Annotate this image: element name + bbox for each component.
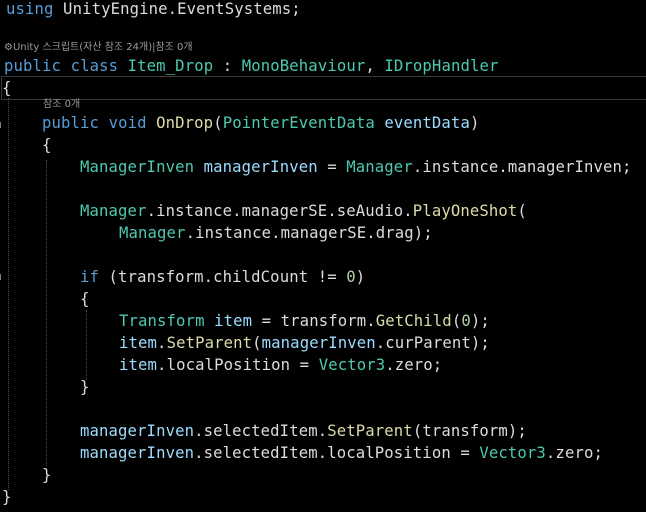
condition: (transform.childCount != (99, 268, 347, 286)
member-access: .instance.managerInven; (412, 158, 632, 176)
member-access: .selectedItem.localPosition = (194, 444, 480, 462)
method-name: OnDrop (156, 114, 214, 132)
variable: managerInven (261, 334, 376, 352)
class-ref: Manager (346, 158, 413, 176)
method-call: GetChild (375, 312, 452, 330)
code-line-play-one-shot[interactable]: Manager.instance.managerSE.seAudio.PlayO… (80, 200, 646, 222)
variable: item (119, 356, 158, 374)
variable: item (214, 312, 253, 330)
codelens-method[interactable]: 참조 0개 (43, 98, 80, 112)
codelens-text: 참조 0개 (43, 99, 81, 110)
member-access: .instance.managerSE.drag); (185, 224, 433, 242)
fold-marker[interactable] (0, 122, 5, 128)
keyword: class (70, 57, 119, 75)
code-line-open-method[interactable]: { (42, 134, 646, 156)
indent-guide (8, 98, 9, 490)
code-line-close-method[interactable]: } (42, 464, 646, 486)
base-type: MonoBehaviour (241, 57, 366, 75)
type: Vector3 (318, 356, 386, 374)
member-access: .zero; (385, 356, 443, 374)
keyword: public (42, 114, 100, 132)
code-line-selected-local-position[interactable]: managerInven.selectedItem.localPosition … (80, 442, 646, 464)
code-line-open-if[interactable]: { (80, 288, 646, 310)
variable: managerInven (80, 444, 195, 462)
code-line-close-if[interactable]: } (80, 376, 646, 398)
namespace: UnityEngine.EventSystems; (53, 0, 301, 18)
code-editor[interactable]: using UnityEngine.EventSystems; ⚙Unity 스… (0, 0, 646, 512)
brace: { (2, 79, 12, 97)
brace: } (80, 378, 90, 396)
variable: managerInven (80, 422, 195, 440)
fold-marker[interactable] (0, 274, 5, 280)
code-line-class[interactable]: public class Item_Drop : MonoBehaviour, … (4, 55, 646, 77)
type: Vector3 (479, 444, 546, 462)
type: Transform (119, 312, 205, 330)
code-line-play-arg[interactable]: Manager.instance.managerSE.drag); (119, 222, 646, 244)
keyword: void (108, 114, 147, 132)
paren: ( (517, 202, 527, 220)
method-call: SetParent (327, 422, 413, 440)
member-access: .zero; (545, 444, 603, 462)
number: 0 (461, 312, 471, 330)
paren: ( (213, 114, 223, 132)
paren: ) (469, 114, 480, 132)
paren: ) (355, 268, 366, 286)
code-line-manager-inven[interactable]: ManagerInven managerInven = Manager.inst… (80, 156, 646, 178)
punctuation: , (365, 57, 385, 75)
unity-icon: ⚙ (4, 42, 13, 53)
type: ManagerInven (80, 158, 195, 176)
keyword: if (80, 268, 100, 286)
arguments: (transform); (412, 422, 527, 440)
punctuation: : (213, 57, 242, 75)
code-line-selected-set-parent[interactable]: managerInven.selectedItem.SetParent(tran… (80, 420, 646, 442)
variable: managerInven (203, 158, 318, 176)
indent-guide (86, 310, 87, 380)
class-ref: Manager (80, 202, 147, 220)
interface-type: IDropHandler (384, 57, 499, 75)
dot: . (157, 334, 167, 352)
variable: item (119, 334, 158, 352)
code-line-close-class[interactable]: } (2, 486, 646, 508)
number: 0 (346, 268, 356, 286)
code-line-if[interactable]: if (transform.childCount != 0) (80, 266, 646, 288)
code-line-open-class[interactable]: { (1, 76, 646, 100)
keyword: public (4, 57, 62, 75)
member-access: = transform. (252, 312, 376, 330)
paren: ( (252, 334, 262, 352)
class-ref: Manager (119, 224, 186, 242)
brace: { (42, 136, 52, 154)
param-type: PointerEventData (222, 114, 375, 132)
codelens-text: Unity 스크립트(자산 참조 24개)|참조 0개 (12, 42, 193, 53)
code-line-local-position[interactable]: item.localPosition = Vector3.zero; (119, 354, 646, 376)
brace: } (2, 488, 12, 506)
paren: ); (470, 312, 490, 330)
codelens-class[interactable]: ⚙Unity 스크립트(자산 참조 24개)|참조 0개 (4, 41, 193, 55)
brace: } (42, 466, 52, 484)
code-line-set-parent[interactable]: item.SetParent(managerInven.curParent); (119, 332, 646, 354)
member-access: .selectedItem. (194, 422, 328, 440)
paren: ( (451, 312, 462, 330)
code-line-using[interactable]: using UnityEngine.EventSystems; (6, 0, 646, 20)
keyword: using (6, 0, 54, 18)
method-call: SetParent (166, 334, 253, 352)
method-call: PlayOneShot (412, 202, 518, 220)
member-access: .localPosition = (157, 356, 319, 374)
member-access: .instance.managerSE.seAudio. (146, 202, 413, 220)
indent-guide (46, 160, 47, 466)
code-line-transform[interactable]: Transform item = transform.GetChild(0); (119, 310, 646, 332)
param-name: eventData (384, 114, 470, 132)
operator: = (317, 158, 347, 176)
code-line-method[interactable]: public void OnDrop(PointerEventData even… (42, 112, 646, 134)
member-access: .curParent); (375, 334, 490, 352)
class-name: Item_Drop (127, 57, 214, 75)
brace: { (80, 290, 90, 308)
